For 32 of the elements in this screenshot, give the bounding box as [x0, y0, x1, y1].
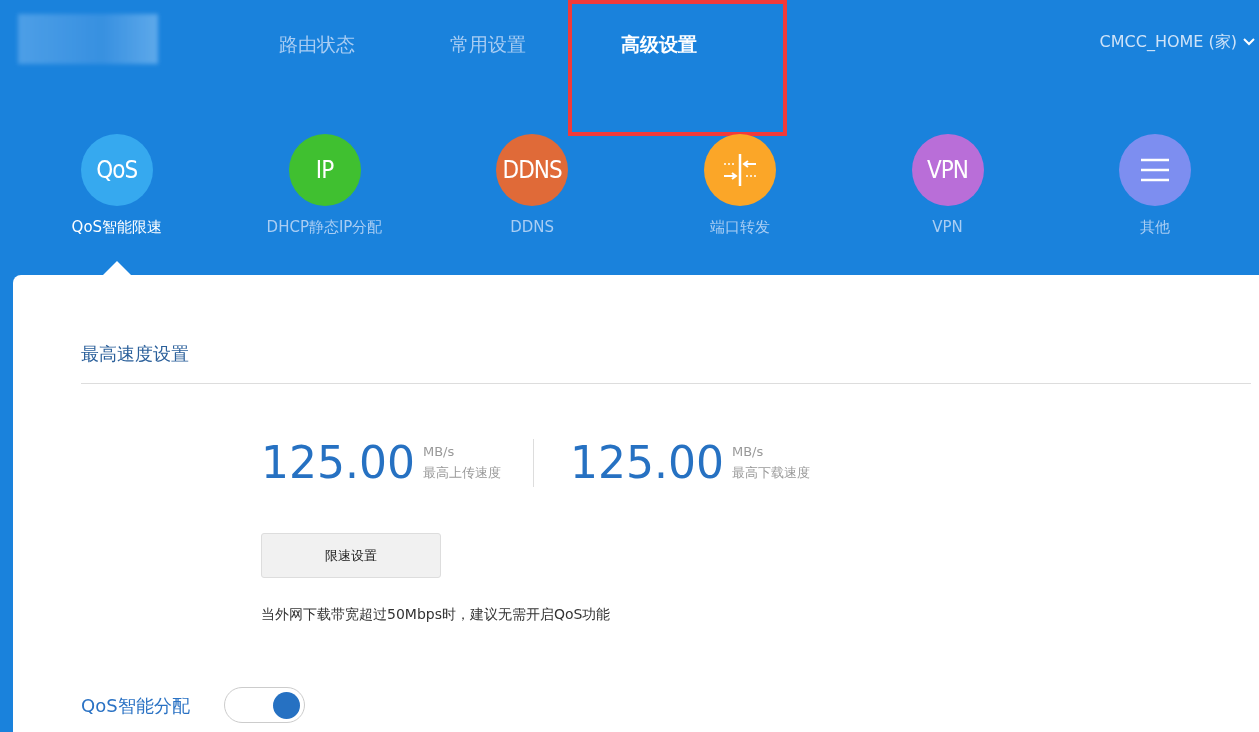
- feature-icon: VPN: [911, 134, 984, 206]
- speed-caption: 最高上传速度: [422, 464, 501, 482]
- nav-tab[interactable]: 高级设置: [620, 30, 697, 59]
- feature-label: QoS智能限速: [71, 217, 163, 238]
- feature-icon: DDNS: [496, 134, 569, 206]
- network-selector[interactable]: CMCC_HOME (家): [1099, 30, 1259, 54]
- feature-icon: QoS: [80, 134, 153, 206]
- feature-label: DHCP静态IP分配: [266, 217, 383, 238]
- speed-value: 125.00: [569, 441, 724, 485]
- feature-tab[interactable]: VPN VPN: [911, 134, 984, 239]
- feature-label: 端口转发: [709, 217, 770, 238]
- feature-icon: IP: [288, 134, 361, 206]
- limit-settings-button[interactable]: 限速设置: [261, 533, 441, 578]
- feature-tab[interactable]: 端口转发: [703, 134, 776, 239]
- feature-tab[interactable]: 其他: [1119, 134, 1192, 239]
- nav-tab[interactable]: 路由状态: [278, 30, 355, 59]
- feature-label: VPN: [932, 217, 963, 238]
- feature-tab[interactable]: DDNS DDNS: [496, 134, 569, 239]
- speed-caption: 最高下载速度: [731, 464, 810, 482]
- feature-tab[interactable]: QoS QoS智能限速: [71, 134, 163, 239]
- toggle-label: QoS智能分配: [81, 693, 190, 718]
- feature-tab[interactable]: IP DHCP静态IP分配: [266, 134, 383, 239]
- speed-unit: MB/s: [422, 443, 456, 462]
- feature-label: DDNS: [510, 217, 555, 238]
- speed-unit: MB/s: [731, 443, 765, 462]
- section-title: 最高速度设置: [81, 340, 1251, 384]
- toggle-switch[interactable]: [223, 687, 305, 723]
- hint-text: 当外网下载带宽超过50Mbps时，建议无需开启QoS功能: [261, 605, 612, 624]
- speed-value: 125.00: [261, 441, 415, 485]
- feature-label: 其他: [1140, 217, 1171, 238]
- chevron-down-icon: [1243, 38, 1255, 46]
- nav-tab[interactable]: 常用设置: [449, 30, 526, 59]
